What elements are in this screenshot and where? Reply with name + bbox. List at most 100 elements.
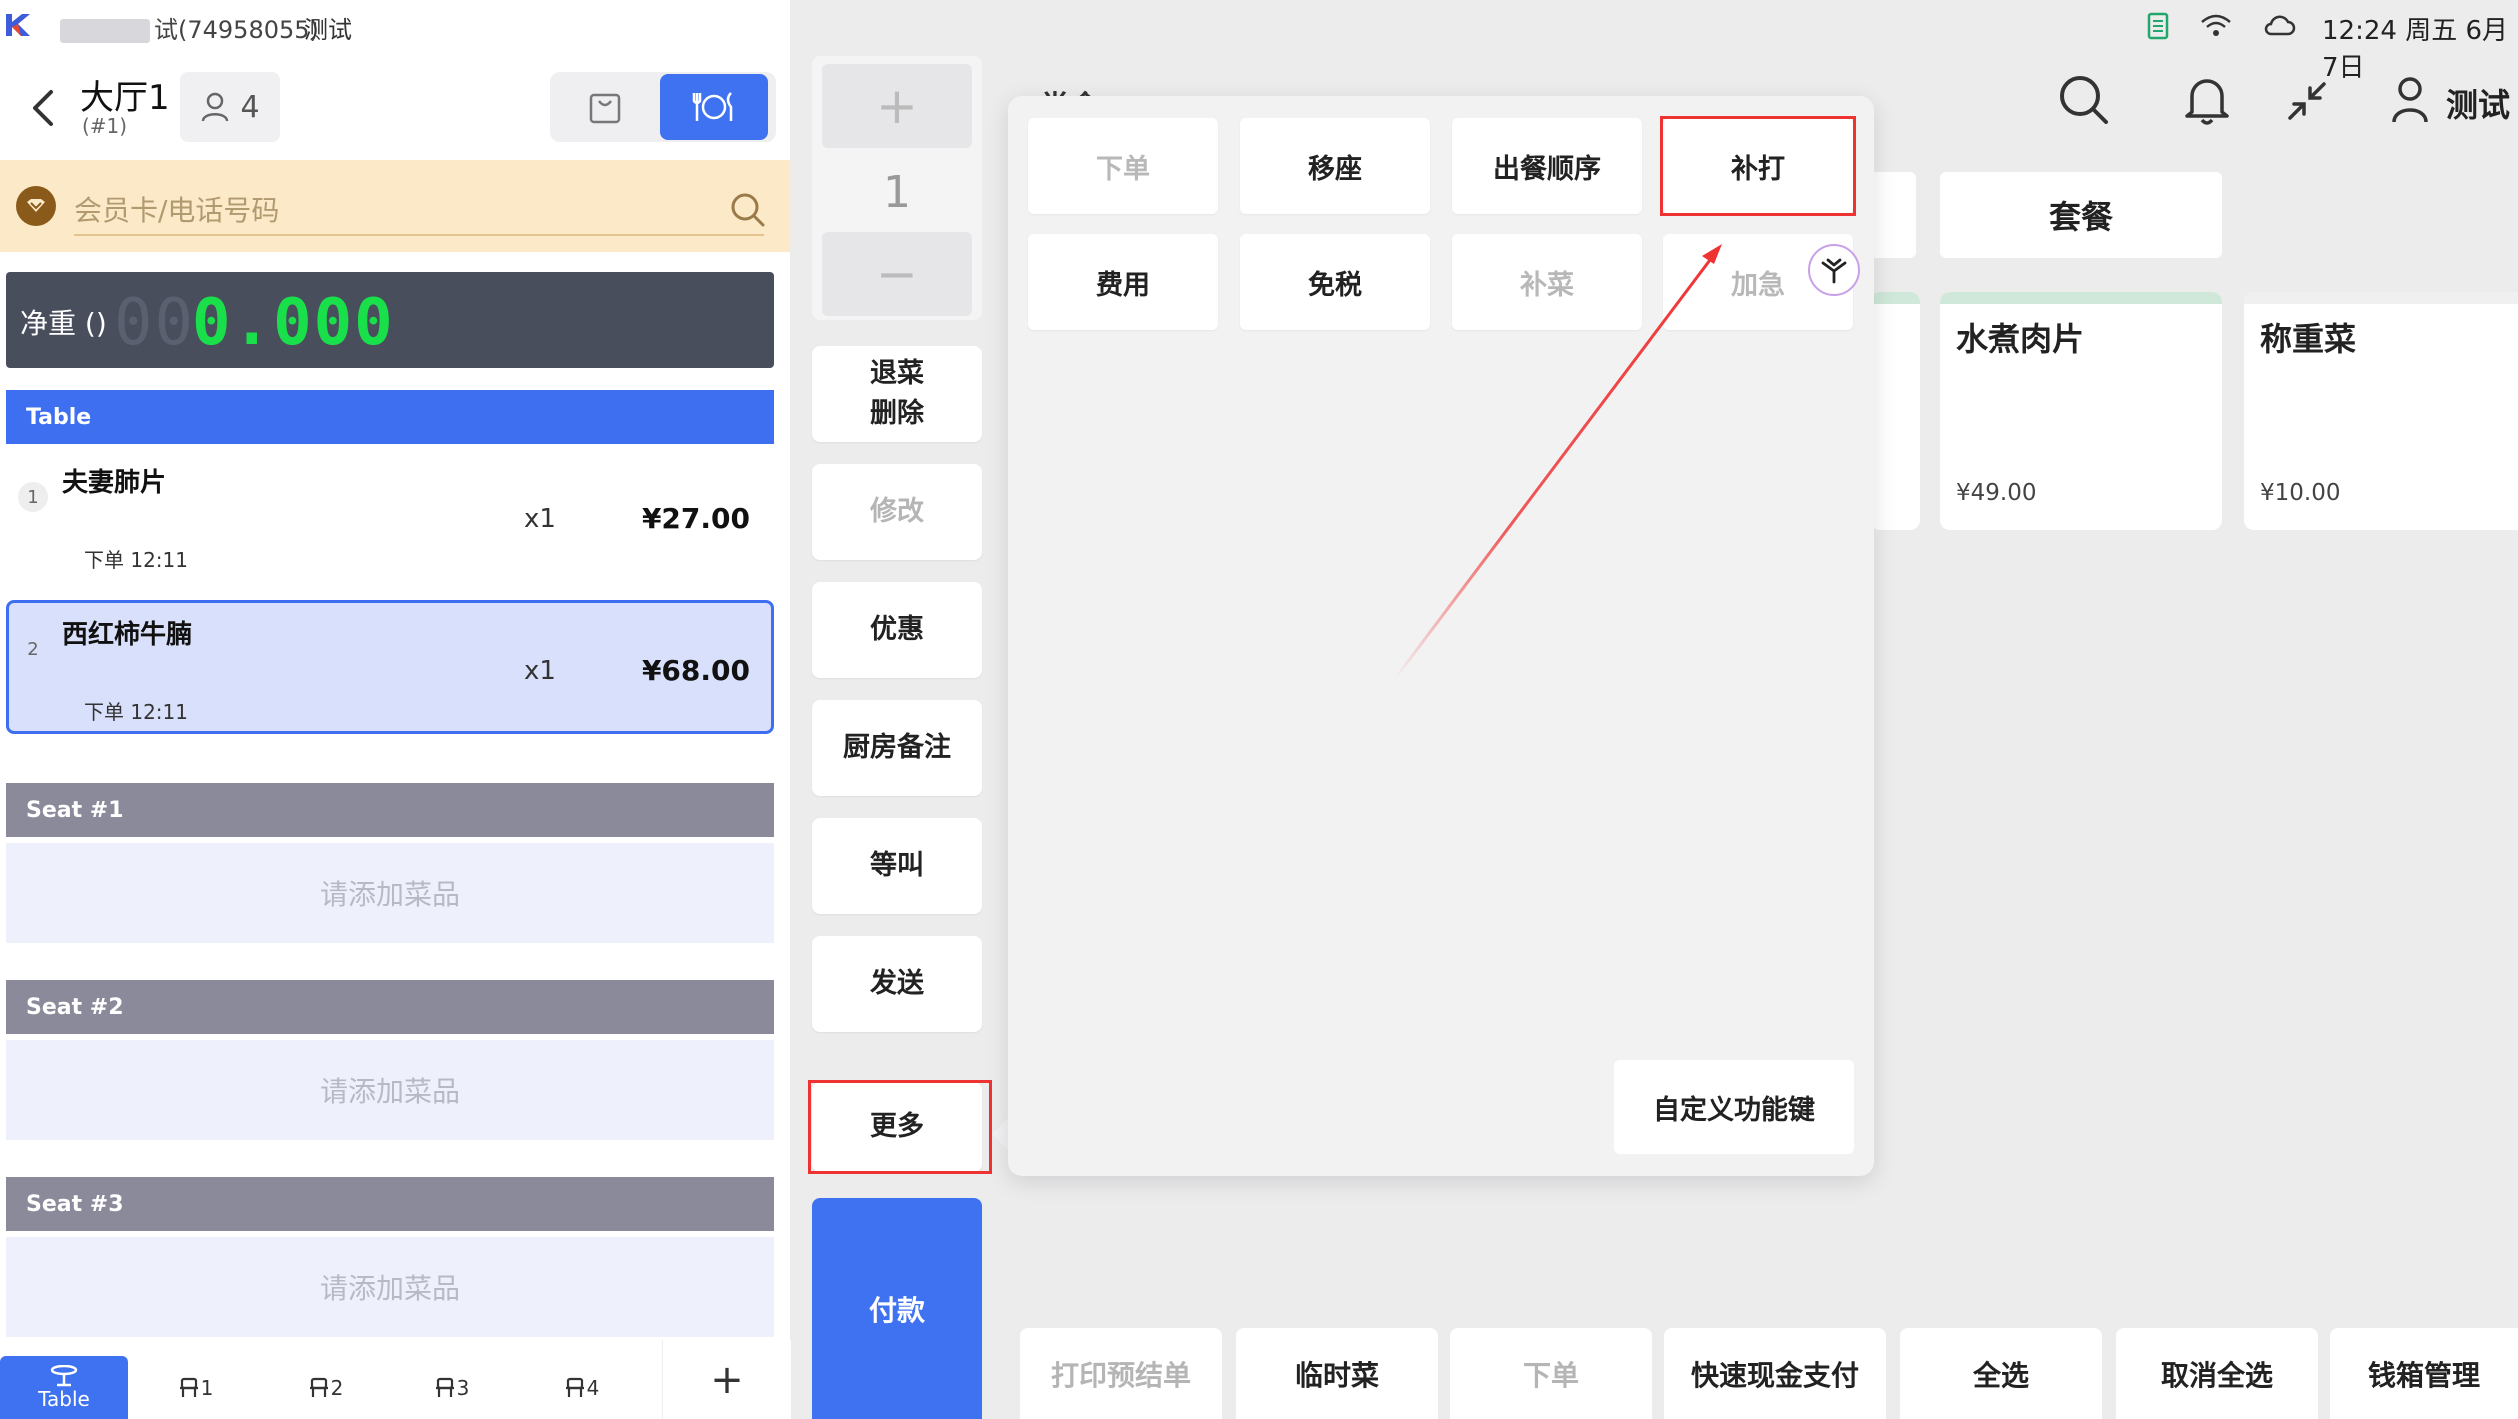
select-all-button[interactable]: 全选: [1900, 1328, 2102, 1419]
dish-price: ¥10.00: [2260, 480, 2341, 506]
tab-seat-label: 1: [200, 1375, 214, 1400]
popup-add-dish-button[interactable]: 补菜: [1452, 234, 1642, 330]
deselect-all-button[interactable]: 取消全选: [2116, 1328, 2318, 1419]
collapse-icon[interactable]: [2286, 80, 2328, 122]
cash-drawer-button[interactable]: 钱箱管理: [2330, 1328, 2518, 1419]
order-item-price: ¥27.00: [641, 502, 750, 535]
tab-seat-label: 4: [586, 1375, 600, 1400]
return-label: 退菜: [870, 358, 924, 389]
wifi-icon: [2201, 14, 2231, 36]
chair-icon: [309, 1377, 328, 1397]
dish-card-hidden[interactable]: [1870, 292, 1920, 530]
seat-empty-1[interactable]: 请添加菜品: [6, 843, 774, 943]
dish-name: 称重菜: [2260, 320, 2357, 358]
store-mode: 测试: [304, 16, 352, 44]
tab-seat-label: 2: [330, 1375, 344, 1400]
shopping-bag-icon: [589, 93, 621, 124]
section-header-table: Table: [6, 390, 774, 444]
tab-table[interactable]: Table: [0, 1356, 128, 1419]
takeout-mode-button[interactable]: [552, 74, 658, 140]
table-icon: [50, 1364, 78, 1386]
bell-icon[interactable]: [2182, 72, 2232, 126]
table-number: (#1): [82, 114, 128, 138]
scale-label: 净重 (): [20, 307, 107, 340]
order-item-status: 下单 12:11: [84, 700, 188, 724]
chevron-left-icon: [33, 90, 53, 126]
chair-icon: [179, 1377, 198, 1397]
order-item-status: 下单 12:11: [84, 548, 188, 572]
order-item-index: 1: [18, 482, 48, 512]
dine-in-icon: [692, 92, 733, 121]
user-icon[interactable]: [2390, 76, 2430, 124]
person-icon: [202, 92, 229, 122]
temp-dish-button[interactable]: 临时菜: [1236, 1328, 1438, 1419]
member-search-input[interactable]: [74, 186, 764, 236]
quantity-increase-button[interactable]: +: [822, 64, 972, 148]
table-name: 大厅1: [80, 78, 170, 118]
tab-seat-label: 3: [456, 1375, 470, 1400]
user-name: 测试: [2446, 86, 2511, 124]
store-id: 试(74958055): [154, 16, 319, 44]
dish-card-bar: [1940, 292, 2222, 304]
status-clock: 12:24 周五 6月 7日: [2322, 16, 2508, 83]
quantity-value: 1: [883, 166, 911, 218]
seat-header-1: Seat #1: [6, 783, 774, 837]
dish-card-bar: [2244, 292, 2518, 304]
back-button[interactable]: [20, 84, 68, 132]
scale-ghost-digits: 00: [114, 286, 196, 360]
category-button-set-meal[interactable]: 套餐: [1940, 172, 2222, 258]
popup-tax-exempt-button[interactable]: 免税: [1240, 234, 1430, 330]
custom-function-keys-button[interactable]: 自定义功能键: [1614, 1060, 1854, 1154]
tab-seat-4[interactable]: 4: [546, 1356, 616, 1419]
popup-change-seat-button[interactable]: 移座: [1240, 118, 1430, 214]
order-item-qty: x1: [524, 656, 556, 686]
discount-button[interactable]: 优惠: [812, 582, 982, 678]
order-item-price: ¥68.00: [641, 654, 750, 687]
guest-count: 4: [240, 89, 260, 125]
tab-seat-2[interactable]: 2: [290, 1356, 360, 1419]
pay-button[interactable]: 付款: [812, 1198, 982, 1419]
assistant-icon[interactable]: [1808, 244, 1860, 296]
cloud-icon: [2264, 15, 2296, 36]
popup-place-order-button[interactable]: 下单: [1028, 118, 1218, 214]
member-badge-icon: [16, 186, 56, 226]
seat-empty-2[interactable]: 请添加菜品: [6, 1040, 774, 1140]
dish-name: 水煮肉片: [1956, 320, 2085, 358]
search-icon[interactable]: [728, 190, 768, 230]
send-button[interactable]: 发送: [812, 936, 982, 1032]
assistant-glyph-icon: [1821, 258, 1847, 284]
place-order-button[interactable]: 下单: [1450, 1328, 1652, 1419]
reprint-highlight-outline: [1660, 116, 1856, 216]
seat-header-2: Seat #2: [6, 980, 774, 1034]
order-item-qty: x1: [524, 504, 556, 534]
order-item-name: 夫妻肺片: [62, 468, 167, 498]
dish-card[interactable]: 水煮肉片 ¥49.00: [1940, 292, 2222, 530]
tab-seat-3[interactable]: 3: [416, 1356, 486, 1419]
quick-cash-pay-button[interactable]: 快速现金支付: [1664, 1328, 1886, 1419]
popup-fee-button[interactable]: 费用: [1028, 234, 1218, 330]
order-item-index: 2: [27, 638, 39, 660]
dine-in-mode-button[interactable]: [660, 74, 768, 140]
guest-count-button[interactable]: 4: [180, 72, 280, 142]
order-item-name: 西红柿牛腩: [62, 620, 193, 650]
print-prebill-button[interactable]: 打印预结单: [1020, 1328, 1222, 1419]
return-delete-button[interactable]: 退菜 删除: [812, 346, 982, 442]
redacted-name: [60, 19, 150, 43]
add-seat-button[interactable]: +: [662, 1340, 791, 1419]
tab-table-label: Table: [38, 1386, 90, 1411]
store-name: 试(74958055): [60, 10, 319, 45]
modify-button[interactable]: 修改: [812, 464, 982, 560]
chair-icon: [565, 1377, 584, 1397]
search-icon[interactable]: [2056, 72, 2110, 126]
dish-card[interactable]: 称重菜 ¥10.00: [2244, 292, 2518, 530]
seat-empty-3[interactable]: 请添加菜品: [6, 1237, 774, 1337]
sim-card-icon: [2147, 12, 2169, 40]
category-button-hidden[interactable]: [1870, 172, 1916, 258]
delete-label: 删除: [870, 398, 924, 429]
kitchen-note-button[interactable]: 厨房备注: [812, 700, 982, 796]
app-logo-icon: [6, 14, 30, 36]
hold-button[interactable]: 等叫: [812, 818, 982, 914]
quantity-decrease-button[interactable]: −: [822, 232, 972, 316]
popup-serving-order-button[interactable]: 出餐顺序: [1452, 118, 1642, 214]
tab-seat-1[interactable]: 1: [160, 1356, 230, 1419]
